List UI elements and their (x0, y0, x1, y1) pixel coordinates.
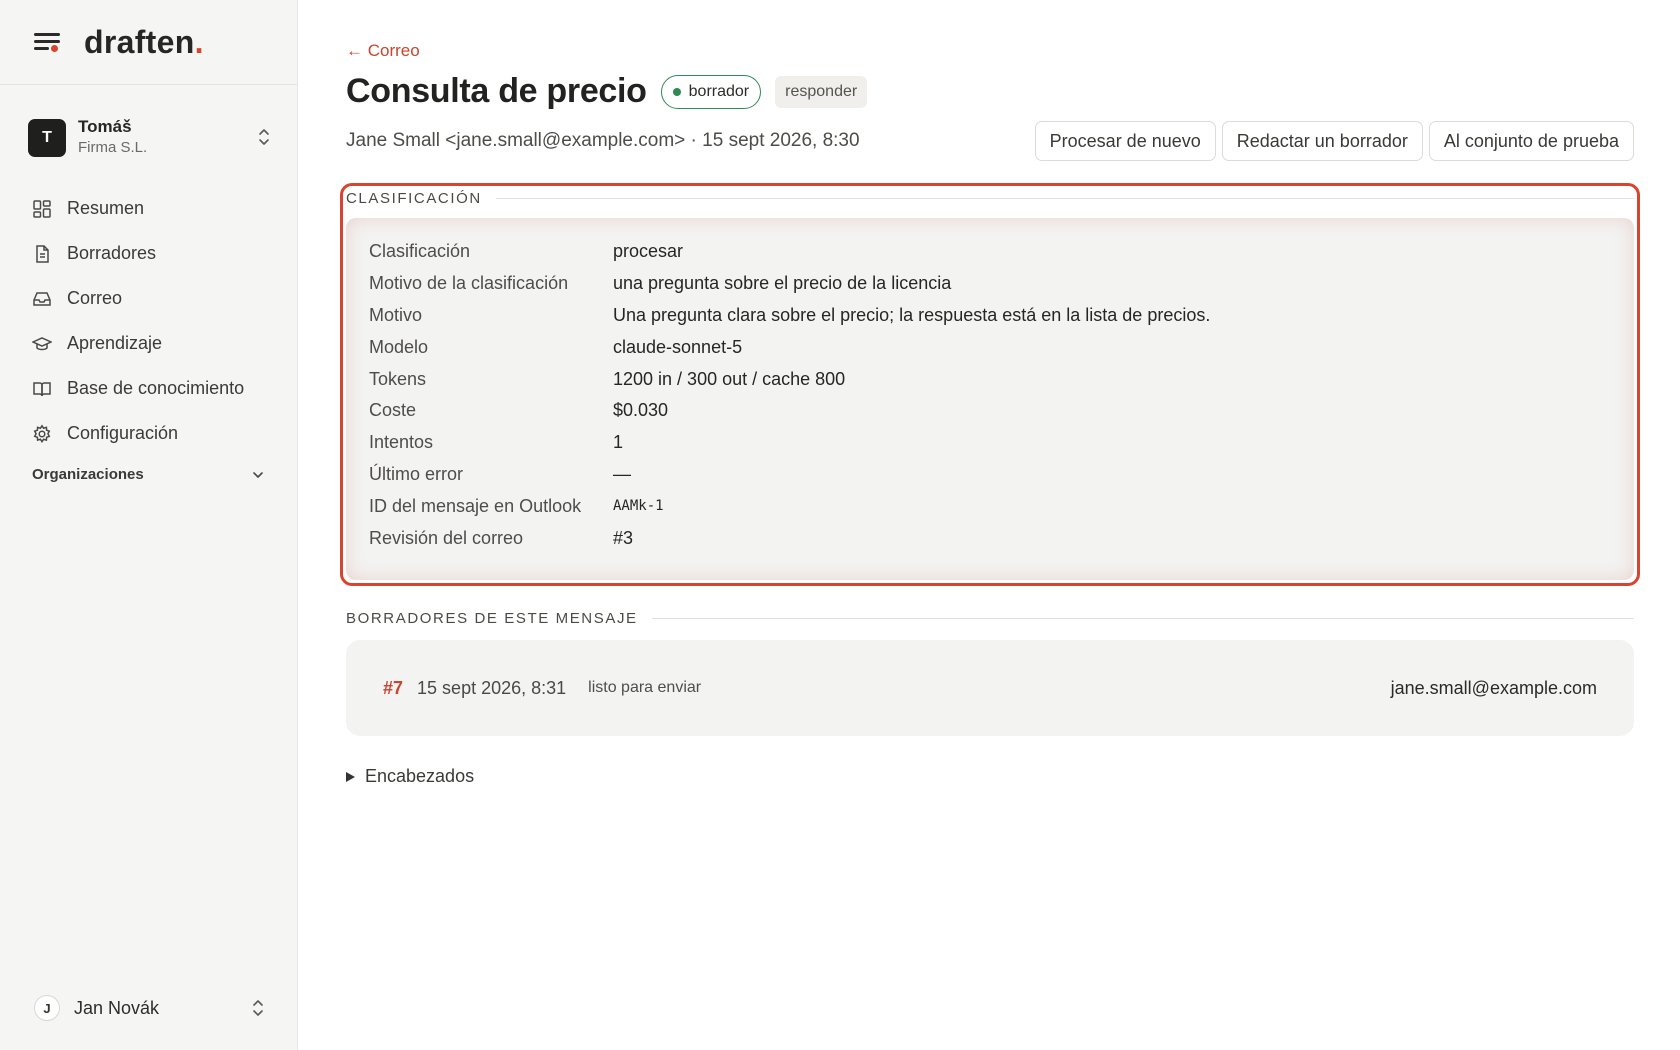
action-buttons: Procesar de nuevo Redactar un borrador A… (1029, 121, 1634, 161)
sidebar-nav: Resumen Borradores Correo Aprendizaje Ba… (32, 186, 272, 456)
account-name: Tomáš (78, 117, 132, 136)
table-row: Tokens 1200 in / 300 out / cache 800 (369, 363, 1210, 395)
section-title: CLASIFICACIÓN (346, 190, 482, 207)
draft-date: 15 sept 2026, 8:31 (417, 677, 567, 698)
user-name: Jan Novák (74, 997, 160, 1018)
row-key: Modelo (369, 336, 429, 357)
table-row: Intentos 1 (369, 427, 1210, 459)
row-value: 1 (613, 432, 624, 453)
row-key: Clasificación (369, 241, 471, 262)
status-badge: borrador (660, 74, 762, 109)
row-value: procesar (613, 241, 684, 262)
sidebar-item-aprendizaje[interactable]: Aprendizaje (32, 321, 272, 366)
user-avatar: J (34, 995, 60, 1021)
triangle-right-icon (346, 771, 355, 782)
sidebar-item-label: Aprendizaje (67, 333, 163, 353)
row-value: #3 (613, 527, 634, 548)
brand-logo[interactable]: draften. (84, 24, 204, 61)
row-value: AAMk-1 (613, 498, 664, 515)
add-to-test-set-button[interactable]: Al conjunto de prueba (1428, 121, 1634, 161)
reprocess-button[interactable]: Procesar de nuevo (1034, 121, 1216, 161)
row-key: Coste (369, 400, 417, 421)
sidebar-item-label: Base de conocimiento (67, 378, 245, 398)
status-dot-icon (672, 87, 681, 96)
draft-status: listo para enviar (588, 679, 702, 696)
book-icon (33, 381, 51, 396)
chevron-down-icon (253, 471, 263, 478)
classification-panel: Clasificación procesar Motivo de la clas… (346, 218, 1634, 580)
row-key: Último error (369, 463, 464, 484)
row-value: Una pregunta clara sobre el precio; la r… (613, 304, 1211, 325)
draft-list-item[interactable]: #7 15 sept 2026, 8:31 listo para enviar … (346, 640, 1634, 736)
row-key: Motivo de la clasificación (369, 273, 569, 294)
row-value: $0.030 (613, 400, 669, 421)
document-icon (36, 244, 49, 263)
page-title: Consulta de precio (346, 72, 647, 110)
dashboard-icon (33, 199, 51, 218)
chevron-up-down-icon (259, 129, 269, 145)
headers-toggle-label: Encabezados (365, 766, 475, 786)
drafts-heading: BORRADORES DE ESTE MENSAJE (346, 610, 1634, 627)
chevron-up-down-icon (253, 1000, 263, 1016)
brand-row: draften. (0, 0, 297, 85)
sidebar-item-label: Correo (67, 288, 123, 308)
classification-heading: CLASIFICACIÓN (346, 190, 1634, 207)
sidebar-item-base-de-conocimiento[interactable]: Base de conocimiento (32, 366, 272, 411)
table-row: ID del mensaje en Outlook AAMk-1 (369, 490, 1210, 522)
table-row: Último error — (369, 459, 1210, 491)
inbox-icon (33, 291, 51, 306)
headers-toggle[interactable]: Encabezados (346, 766, 474, 787)
sidebar-item-borradores[interactable]: Borradores (32, 231, 272, 276)
title-row: Consulta de precio borrador responder (346, 72, 868, 111)
row-key: Tokens (369, 368, 427, 389)
table-row: Clasificación procesar (369, 236, 1210, 268)
table-row: Coste $0.030 (369, 395, 1210, 427)
draft-number[interactable]: #7 (383, 678, 403, 699)
compose-draft-button[interactable]: Redactar un borrador (1221, 121, 1423, 161)
tag-badge: responder (775, 75, 868, 108)
organizations-toggle[interactable]: Organizaciones (32, 466, 264, 483)
sidebar-item-label: Configuración (67, 423, 179, 443)
row-value: una pregunta sobre el precio de la licen… (613, 273, 952, 294)
sidebar-item-label: Borradores (67, 243, 157, 263)
sidebar-item-resumen[interactable]: Resumen (32, 186, 272, 231)
row-value: claude-sonnet-5 (613, 336, 743, 357)
draft-recipient: jane.small@example.com (1390, 677, 1597, 698)
account-org: Firma S.L. (78, 139, 148, 156)
back-link[interactable]: ← Correo (346, 41, 420, 61)
table-row: Motivo de la clasificación una pregunta … (369, 268, 1210, 300)
gear-icon (33, 423, 51, 443)
sidebar: draften. T Tomáš Firma S.L. Resumen Borr… (0, 0, 298, 1050)
row-value: 1200 in / 300 out / cache 800 (613, 368, 846, 389)
message-meta: Jane Small <jane.small@example.com> · 15… (346, 130, 860, 151)
row-key: Revisión del correo (369, 527, 524, 548)
status-badge-label: borrador (688, 82, 750, 100)
row-key: ID del mensaje en Outlook (369, 495, 582, 516)
menu-icon[interactable] (34, 31, 60, 53)
sidebar-item-label: Resumen (67, 198, 145, 218)
section-title: BORRADORES DE ESTE MENSAJE (346, 610, 638, 627)
user-menu[interactable]: J Jan Novák (34, 992, 264, 1024)
table-row: Revisión del correo #3 (369, 522, 1210, 554)
account-avatar: T (28, 119, 66, 157)
organizations-label: Organizaciones (32, 466, 144, 483)
classification-table: Clasificación procesar Motivo de la clas… (369, 236, 1210, 554)
row-key: Motivo (369, 304, 423, 325)
row-key: Intentos (369, 432, 434, 453)
table-row: Modelo claude-sonnet-5 (369, 331, 1210, 363)
graduation-cap-icon (32, 336, 52, 350)
sidebar-item-configuracion[interactable]: Configuración (32, 411, 272, 456)
row-value: — (613, 463, 631, 484)
table-row: Motivo Una pregunta clara sobre el preci… (369, 300, 1210, 332)
sidebar-item-correo[interactable]: Correo (32, 276, 272, 321)
account-switcher[interactable]: T Tomáš Firma S.L. (28, 115, 270, 161)
